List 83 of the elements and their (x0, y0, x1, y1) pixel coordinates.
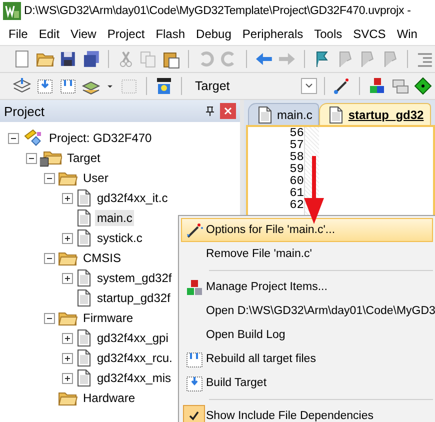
editor-tab[interactable]: startup_gd32 (319, 103, 431, 125)
tree-item[interactable]: systick.c (95, 230, 144, 246)
menu-item[interactable]: Show Include File Dependencies (181, 404, 433, 422)
menu-item[interactable]: Peripherals (236, 26, 309, 40)
tree-item[interactable]: startup_gd32f (95, 290, 172, 306)
file-icon (76, 349, 92, 367)
line-number: 56 (288, 127, 304, 139)
tree-item[interactable]: Firmware (81, 310, 135, 326)
checkmark-icon (188, 410, 200, 422)
menu-item[interactable]: Debug (190, 26, 237, 40)
folder-icon (58, 250, 78, 266)
line-number: 61 (288, 187, 304, 199)
file-icon (76, 209, 92, 227)
editor-tab[interactable]: main.c (248, 103, 320, 125)
diamond-icon[interactable] (413, 76, 433, 96)
menu-item[interactable]: Tools (308, 26, 348, 40)
expand-icon[interactable] (62, 272, 73, 284)
folder-icon (58, 170, 78, 186)
tree-item[interactable]: gd32f4xx_it.c (95, 190, 170, 206)
menu-item[interactable]: Rebuild all target files (181, 347, 433, 371)
menu-item[interactable]: File (3, 26, 34, 40)
line-number: 59 (288, 163, 304, 175)
close-button[interactable] (220, 103, 236, 119)
checkbox[interactable] (183, 405, 205, 422)
expand-icon[interactable] (62, 192, 73, 204)
target-icon (40, 149, 62, 167)
tree-item[interactable]: gd32f4xx_rcu. (95, 350, 174, 366)
expand-icon[interactable] (62, 232, 73, 244)
menu-item[interactable]: Options for File 'main.c'... (181, 218, 433, 242)
menu-item[interactable]: SVCS (348, 26, 392, 40)
wand-icon (184, 220, 204, 240)
menu-item[interactable]: Win (391, 26, 423, 40)
file-icon (76, 229, 92, 247)
tree-item[interactable]: gd32f4xx_gpi (95, 330, 170, 346)
tree-item[interactable]: User (81, 170, 110, 186)
file-icon (76, 329, 92, 347)
menu-item[interactable]: Project (102, 26, 150, 40)
menu-item[interactable]: Open Build Log (181, 323, 433, 347)
file-icon (76, 269, 92, 287)
target-dropdown[interactable] (301, 78, 317, 94)
expand-icon[interactable] (62, 332, 73, 344)
collapse-icon[interactable] (44, 172, 55, 184)
menu-item[interactable]: View (65, 26, 102, 40)
tree-item[interactable]: Hardware (81, 390, 138, 406)
line-number: 62 (288, 199, 304, 211)
collapse-icon[interactable] (44, 252, 55, 264)
folder-icon (58, 310, 78, 326)
tree-item[interactable]: Project: GD32F470 (47, 130, 154, 146)
build-icon (184, 374, 204, 392)
tree-item[interactable]: CMSIS (81, 250, 124, 266)
blocks-icon (184, 278, 204, 296)
close-icon (224, 107, 232, 115)
menu-item[interactable]: Flash (150, 26, 191, 40)
file-icon (76, 289, 92, 307)
menu-item[interactable]: Manage Project Items... (181, 275, 433, 299)
menu-item[interactable]: Edit (33, 26, 66, 40)
menu-item[interactable]: Open D:\WS\GD32\Arm\day01\Code\MyGD3 (181, 299, 433, 323)
line-number: 58 (288, 151, 304, 163)
tree-item[interactable]: gd32f4xx_mis (95, 370, 174, 386)
pin-icon[interactable] (204, 105, 216, 117)
project-icon (22, 128, 44, 148)
menu-item[interactable]: Build Target (181, 371, 433, 395)
tree-item[interactable]: system_gd32f (95, 270, 174, 286)
collapse-icon[interactable] (44, 312, 55, 324)
line-number: 60 (288, 175, 304, 187)
target-label: Target (195, 79, 230, 93)
window-title: D:\WS\GD32\Arm\day01\Code\MyGD32Template\Project\GD32F470.uvprojx - (24, 5, 411, 17)
file-icon (76, 369, 92, 387)
menu-item[interactable]: Remove File 'main.c' (181, 242, 433, 266)
annotation-arrow (304, 156, 324, 224)
collapse-icon[interactable] (26, 152, 37, 164)
expand-icon[interactable] (62, 372, 73, 384)
tree-item[interactable]: main.c (95, 210, 134, 226)
load-icon[interactable] (154, 76, 174, 96)
rebuild-icon (184, 350, 204, 368)
line-number: 57 (288, 139, 304, 151)
folder-icon (58, 390, 78, 406)
file-icon (76, 189, 92, 207)
collapse-icon[interactable] (8, 132, 19, 144)
panel-title: Project (4, 104, 46, 118)
blocks-icon[interactable] (367, 76, 387, 96)
expand-icon[interactable] (62, 352, 73, 364)
tree-item[interactable]: Target (65, 150, 102, 166)
